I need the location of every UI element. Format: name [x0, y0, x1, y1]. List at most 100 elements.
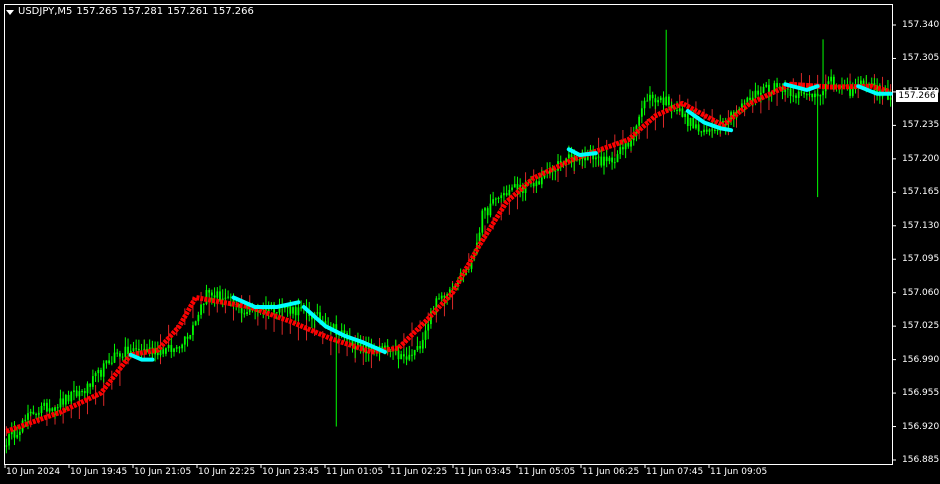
candle-body: [62, 398, 65, 405]
candle-body: [654, 98, 657, 103]
candle-body: [811, 93, 814, 98]
candle-body: [213, 295, 216, 298]
candle-body: [605, 156, 608, 162]
candle-body: [789, 88, 792, 97]
triangle-down-icon[interactable]: [6, 9, 14, 15]
candle-body: [622, 147, 624, 150]
candle-body: [408, 354, 411, 360]
price-tick-label: 156.990: [902, 354, 940, 365]
candle-body: [5, 445, 8, 447]
candle-body: [662, 97, 665, 105]
price-tick-label: 156.885: [902, 455, 940, 465]
candle-body: [78, 391, 81, 397]
candle-body: [484, 208, 486, 211]
candle-body: [100, 369, 102, 377]
candle-body: [24, 419, 27, 421]
candle-body: [32, 411, 35, 415]
candle-body: [178, 347, 181, 349]
candle-body: [697, 124, 700, 132]
candle-body: [684, 113, 687, 117]
candle-body: [768, 84, 770, 93]
candle-body: [765, 84, 768, 87]
moving-average-layer: [5, 81, 893, 434]
candle-body: [316, 312, 319, 314]
candle-body: [405, 356, 408, 360]
candle-body: [667, 96, 670, 105]
candle-body: [29, 411, 32, 414]
time-tick-label: 10 Jun 21:05: [134, 467, 192, 477]
candle-body: [40, 405, 43, 413]
candle-body: [165, 348, 167, 354]
candle-body: [16, 435, 19, 438]
price-tick-label: 156.920: [902, 421, 940, 432]
candle-body: [749, 97, 751, 101]
candle-body: [438, 298, 440, 300]
candle-body: [800, 91, 803, 93]
candle-body: [703, 129, 705, 133]
candle-body: [505, 193, 508, 196]
candle-body: [803, 92, 806, 95]
candle-body: [608, 157, 611, 162]
candle-body: [657, 100, 659, 103]
time-tick-label: 11 Jun 09:05: [710, 467, 768, 477]
candle-body: [275, 312, 278, 314]
candle-body: [181, 344, 184, 349]
candle-body: [743, 103, 746, 105]
time-tick-label: 11 Jun 03:45: [454, 467, 512, 477]
time-tick-label: 10 Jun 19:45: [70, 467, 128, 477]
candle-body: [292, 307, 294, 314]
candle-body: [13, 430, 16, 438]
candle-body: [132, 348, 135, 351]
ma-up-line: [5, 81, 892, 434]
candle-body: [86, 383, 89, 394]
candle-body: [513, 184, 516, 188]
time-tick-label: 11 Jun 06:25: [582, 467, 640, 477]
candle-body: [105, 360, 108, 364]
candle-body: [757, 90, 760, 95]
candle-body: [616, 154, 619, 163]
candle-body: [402, 354, 405, 357]
candle-body: [83, 391, 86, 394]
candle-body: [56, 407, 59, 409]
candle-body: [81, 391, 83, 393]
candle-body: [711, 129, 714, 131]
candle-body: [421, 339, 424, 349]
candle-body: [762, 86, 765, 93]
time-tick-label: 11 Jun 01:05: [326, 467, 384, 477]
candle-body: [113, 352, 116, 363]
candle-body: [808, 93, 811, 95]
symbol-timeframe: USDJPY,M5: [18, 6, 73, 17]
candle-body: [500, 195, 503, 198]
candle-body: [189, 334, 192, 339]
candle-body: [194, 321, 197, 326]
candle-body: [649, 94, 651, 101]
price-tick-label: 157.165: [902, 187, 940, 198]
candle-body: [822, 91, 824, 96]
candle-body: [162, 349, 165, 354]
candle-body: [121, 356, 124, 358]
candle-body: [108, 360, 111, 364]
candle-body: [889, 97, 892, 100]
low-price: 157.261: [167, 6, 209, 17]
candle-body: [75, 390, 78, 397]
candle-body: [638, 116, 641, 126]
candle-body: [627, 142, 630, 147]
candle-body: [419, 346, 422, 349]
price-chart[interactable]: [0, 0, 940, 484]
candle-body: [70, 391, 73, 402]
candle-body: [127, 346, 129, 355]
candle-body: [216, 291, 219, 298]
candle-body: [597, 156, 600, 158]
price-tick-label: 156.955: [902, 388, 940, 399]
candle-body: [646, 100, 649, 102]
candle-body: [416, 346, 419, 350]
chart-window[interactable]: USDJPY,M5 157.265 157.281 157.261 157.26…: [0, 0, 940, 484]
candle-body: [554, 170, 557, 172]
candle-body: [43, 402, 46, 406]
candle-body: [492, 199, 495, 204]
candle-body: [535, 181, 538, 187]
candle-body: [695, 124, 697, 129]
candle-body: [678, 108, 681, 112]
candle-body: [67, 394, 70, 402]
candle-body: [210, 292, 213, 296]
